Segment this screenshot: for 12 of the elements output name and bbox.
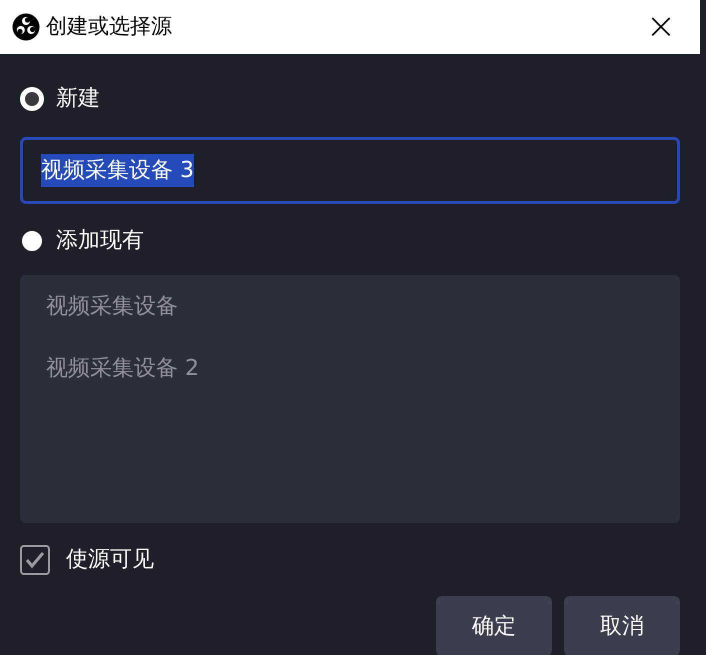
cancel-button[interactable]: 取消 [564,596,680,655]
radio-label: 添加现有 [56,227,144,255]
checkbox[interactable] [20,544,50,574]
window-title: 创建或选择源 [46,13,172,40]
list-item[interactable]: 视频采集设备 2 [46,354,654,384]
checkbox-label: 使源可见 [66,546,154,574]
list-item[interactable]: 视频采集设备 [46,293,654,322]
close-button[interactable]: × [634,9,688,45]
logo-icon [12,13,40,41]
radio-label: 新建 [56,85,100,113]
input-field[interactable]: 视频采集设备 3 [20,137,680,204]
ok-button[interactable]: 确定 [436,596,552,655]
